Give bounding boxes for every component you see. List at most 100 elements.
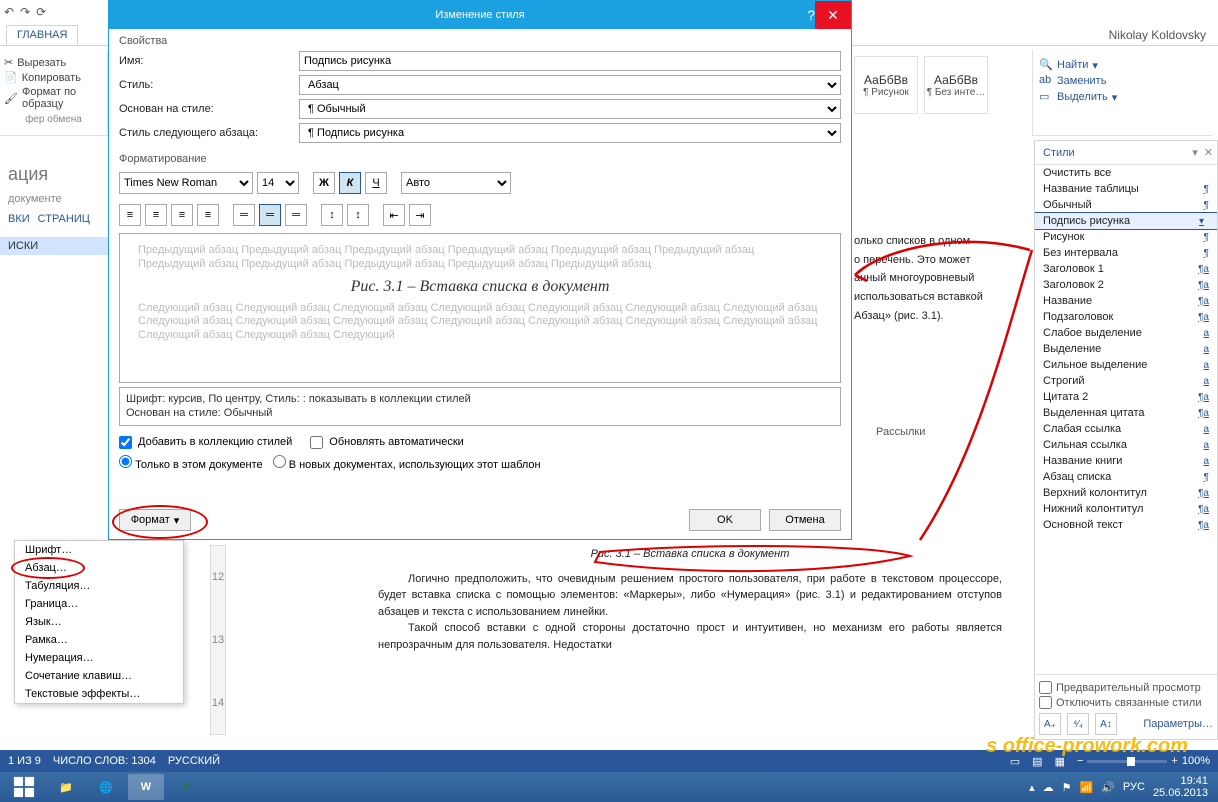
document-body[interactable]: Рис. 3.1 – Вставка списка в документ Лог… bbox=[354, 540, 1026, 760]
tab-home[interactable]: ГЛАВНАЯ bbox=[6, 25, 78, 45]
style-item[interactable]: Нижний колонтитул¶a bbox=[1035, 501, 1217, 517]
close-icon[interactable]: ✕ bbox=[815, 1, 851, 29]
clock[interactable]: 19:4125.06.2013 bbox=[1153, 775, 1208, 799]
italic-button[interactable]: К bbox=[339, 172, 361, 194]
align-center-button[interactable]: ≡ bbox=[145, 204, 167, 226]
network-icon[interactable]: 📶 bbox=[1080, 781, 1094, 794]
menu-shortcut[interactable]: Сочетание клавиш… bbox=[15, 667, 183, 685]
style-tile[interactable]: АаБбВв¶ Без инте… bbox=[924, 56, 988, 114]
undo-icon[interactable]: ↶ bbox=[4, 5, 14, 19]
align-right-button[interactable]: ≡ bbox=[171, 204, 193, 226]
replace-button[interactable]: abЗаменить bbox=[1039, 74, 1206, 88]
style-item[interactable]: Без интервала¶ bbox=[1035, 245, 1217, 261]
style-item[interactable]: Основной текст¶a bbox=[1035, 517, 1217, 533]
chrome-icon[interactable]: 🌐 bbox=[88, 774, 124, 800]
format-dropdown-button[interactable]: Формат▾ bbox=[119, 509, 191, 531]
align-justify-button[interactable]: ≡ bbox=[197, 204, 219, 226]
next-style-select[interactable]: ¶ Подпись рисунка bbox=[299, 123, 841, 143]
style-item[interactable]: Заголовок 2¶a bbox=[1035, 277, 1217, 293]
style-item[interactable]: Название книгиa bbox=[1035, 453, 1217, 469]
in-templates-radio[interactable] bbox=[273, 455, 286, 468]
font-size-select[interactable]: 14 bbox=[257, 172, 299, 194]
menu-language[interactable]: Язык… bbox=[15, 613, 183, 631]
font-family-select[interactable]: Times New Roman bbox=[119, 172, 253, 194]
help-icon[interactable]: ? bbox=[807, 7, 815, 23]
nav-tab-headings[interactable]: ВКИ bbox=[8, 213, 30, 225]
bold-button[interactable]: Ж bbox=[313, 172, 335, 194]
explorer-icon[interactable]: 📁 bbox=[48, 774, 84, 800]
zoom-slider[interactable]: −+100% bbox=[1077, 755, 1210, 767]
align-left-button[interactable]: ≡ bbox=[119, 204, 141, 226]
underline-button[interactable]: Ч bbox=[365, 172, 387, 194]
font-color-select[interactable]: Авто bbox=[401, 172, 511, 194]
keyboard-lang[interactable]: РУС bbox=[1123, 781, 1145, 793]
chevron-down-icon[interactable]: ▾ bbox=[1192, 146, 1198, 159]
disable-linked-checkbox[interactable] bbox=[1039, 696, 1052, 709]
style-item[interactable]: Слабое выделениеa bbox=[1035, 325, 1217, 341]
line-spacing-15[interactable]: ═ bbox=[259, 204, 281, 226]
style-item[interactable]: Строгийa bbox=[1035, 373, 1217, 389]
style-tile[interactable]: АаБбВв¶ Рисунок bbox=[854, 56, 918, 114]
menu-border[interactable]: Граница… bbox=[15, 595, 183, 613]
view-read-icon[interactable]: ▭ bbox=[1010, 755, 1020, 768]
style-inspector-button[interactable]: ⁴⁄₄ bbox=[1067, 713, 1089, 735]
find-button[interactable]: 🔍Найти ▾ bbox=[1039, 58, 1206, 72]
menu-font[interactable]: Шрифт… bbox=[15, 541, 183, 559]
style-item[interactable]: Выделениеa bbox=[1035, 341, 1217, 357]
space-before-button[interactable]: ↕ bbox=[321, 204, 343, 226]
style-item[interactable]: Подпись рисунка▾ bbox=[1035, 213, 1217, 229]
auto-update-checkbox[interactable] bbox=[310, 436, 323, 449]
preview-checkbox[interactable] bbox=[1039, 681, 1052, 694]
view-web-icon[interactable]: ▦ bbox=[1055, 755, 1065, 768]
menu-tabs[interactable]: Табуляция… bbox=[15, 577, 183, 595]
clear-all-style[interactable]: Очистить все bbox=[1035, 165, 1217, 181]
style-item[interactable]: Обычный¶ bbox=[1035, 197, 1217, 213]
select-button[interactable]: ▭Выделить ▾ bbox=[1039, 90, 1206, 104]
tray-flag-icon[interactable]: ⚑ bbox=[1062, 781, 1072, 794]
menu-text-effects[interactable]: Текстовые эффекты… bbox=[15, 685, 183, 703]
account-name[interactable]: Nikolay Koldovsky bbox=[1109, 28, 1206, 42]
style-item[interactable]: Заголовок 1¶a bbox=[1035, 261, 1217, 277]
excel-icon[interactable]: X bbox=[168, 774, 204, 800]
language-indicator[interactable]: РУССКИЙ bbox=[168, 755, 220, 767]
space-after-button[interactable]: ↕ bbox=[347, 204, 369, 226]
line-spacing-2[interactable]: ═ bbox=[285, 204, 307, 226]
style-item[interactable]: Сильная ссылкаa bbox=[1035, 437, 1217, 453]
indent-increase-button[interactable]: ⇥ bbox=[409, 204, 431, 226]
manage-styles-button[interactable]: A↕ bbox=[1095, 713, 1117, 735]
word-icon[interactable]: W bbox=[128, 774, 164, 800]
style-type-select[interactable]: Абзац bbox=[299, 75, 841, 95]
format-painter-button[interactable]: 🖌Формат по образцу bbox=[4, 86, 103, 110]
style-item[interactable]: Цитата 2¶a bbox=[1035, 389, 1217, 405]
redo-icon[interactable]: ↷ bbox=[20, 5, 30, 19]
name-input[interactable] bbox=[299, 51, 841, 71]
add-to-collection-checkbox[interactable] bbox=[119, 436, 132, 449]
only-document-radio[interactable] bbox=[119, 455, 132, 468]
style-item[interactable]: Абзац списка¶ bbox=[1035, 469, 1217, 485]
cancel-button[interactable]: Отмена bbox=[769, 509, 841, 531]
menu-paragraph[interactable]: Абзац… bbox=[15, 559, 183, 577]
volume-icon[interactable]: 🔊 bbox=[1101, 781, 1115, 794]
style-item[interactable]: Выделенная цитата¶a bbox=[1035, 405, 1217, 421]
menu-numbering[interactable]: Нумерация… bbox=[15, 649, 183, 667]
style-item[interactable]: Название¶a bbox=[1035, 293, 1217, 309]
ok-button[interactable]: OK bbox=[689, 509, 761, 531]
refresh-icon[interactable]: ⟳ bbox=[36, 5, 46, 19]
style-item[interactable]: Название таблицы¶ bbox=[1035, 181, 1217, 197]
style-item[interactable]: Подзаголовок¶a bbox=[1035, 309, 1217, 325]
nav-tab-pages[interactable]: СТРАНИЦ bbox=[38, 213, 90, 225]
line-spacing-1[interactable]: ═ bbox=[233, 204, 255, 226]
in-templates-radio-label[interactable]: В новых документах, использующих этот ша… bbox=[273, 455, 541, 471]
copy-button[interactable]: 📄Копировать bbox=[4, 71, 103, 84]
style-item[interactable]: Сильное выделениеa bbox=[1035, 357, 1217, 373]
indent-decrease-button[interactable]: ⇤ bbox=[383, 204, 405, 226]
view-print-icon[interactable]: ▤ bbox=[1032, 755, 1042, 768]
tray-up-icon[interactable]: ▴ bbox=[1029, 781, 1035, 794]
word-count[interactable]: ЧИСЛО СЛОВ: 1304 bbox=[53, 755, 156, 767]
style-item[interactable]: Слабая ссылкаa bbox=[1035, 421, 1217, 437]
menu-frame[interactable]: Рамка… bbox=[15, 631, 183, 649]
cut-button[interactable]: ✂Вырезать bbox=[4, 56, 103, 69]
start-button[interactable] bbox=[4, 774, 44, 800]
close-icon[interactable]: ✕ bbox=[1204, 146, 1213, 159]
based-on-select[interactable]: ¶ Обычный bbox=[299, 99, 841, 119]
